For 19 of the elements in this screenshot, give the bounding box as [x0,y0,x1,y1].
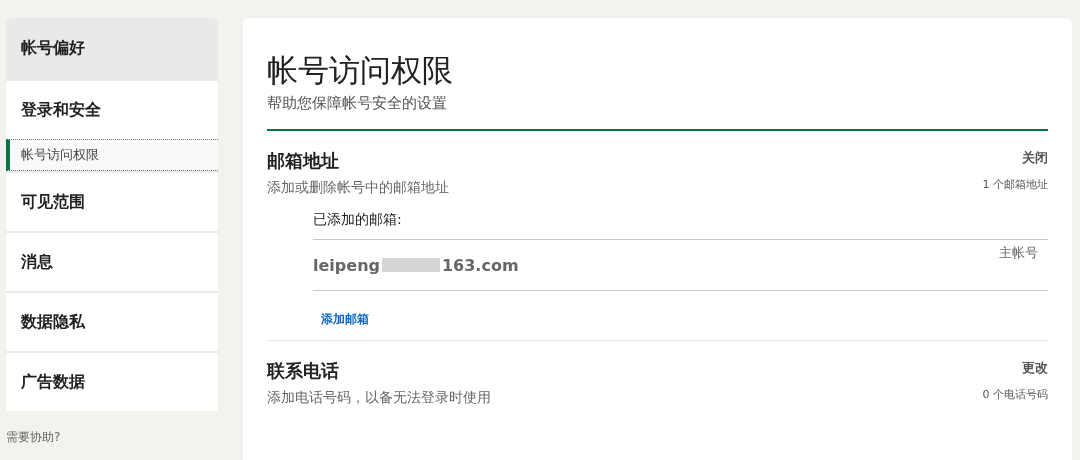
page-title: 帐号访问权限 [267,51,454,90]
add-email-link[interactable]: 添加邮箱 [321,311,369,328]
sidebar-item[interactable]: 帐号访问权限 [6,139,218,171]
email-list-heading: 已添加的邮箱: [313,211,1048,240]
section-description: 添加或删除帐号中的邮箱地址 [267,179,449,197]
section-description: 添加电话号码，以备无法登录时使用 [267,389,491,407]
page-subtitle: 帮助您保障帐号安全的设置 [267,94,448,113]
email-address-end: 163.com [441,255,519,275]
section-title: 邮箱地址 [267,149,340,173]
redacted-block [381,258,440,272]
help-text: 需要协助? [6,429,62,446]
section-action-link[interactable]: 关闭 [982,149,1048,167]
section-title: 联系电话 [267,359,340,383]
primary-account-label: 主帐号 [999,244,1039,262]
sidebar-item[interactable]: 帐号偏好 [6,18,218,79]
section-summary: 1 个邮箱地址 [982,177,1048,192]
section-action-link[interactable]: 更改 [982,359,1048,377]
section-summary: 0 个电话号码 [982,387,1048,402]
email-address-start: leipeng [313,255,380,275]
